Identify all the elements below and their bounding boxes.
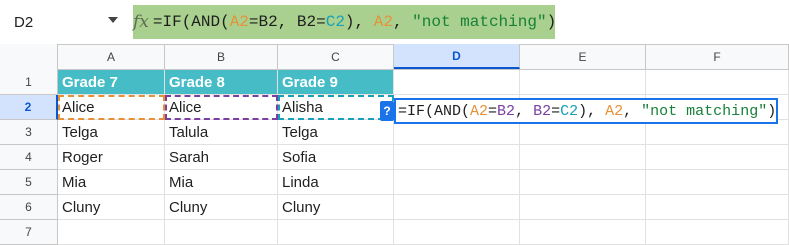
cell-b3[interactable]: Talula	[165, 120, 278, 145]
cell-f1[interactable]	[646, 70, 789, 95]
cell-f6[interactable]	[646, 195, 789, 220]
cell-e4[interactable]	[520, 145, 646, 170]
cell-c2[interactable]: Alisha	[278, 95, 394, 120]
formula-token: ,	[392, 13, 413, 31]
editor-token: B2	[533, 102, 552, 120]
cell-c7[interactable]	[278, 220, 394, 245]
formula-token: A2	[373, 13, 393, 31]
cell-a6[interactable]: Cluny	[58, 195, 165, 220]
cell-a7[interactable]	[58, 220, 165, 245]
column-header-e[interactable]: E	[520, 44, 646, 69]
editor-token: ),	[578, 102, 606, 120]
name-box[interactable]: D2	[0, 0, 128, 44]
formula-token: =IF(AND(	[152, 13, 230, 31]
cell-a4[interactable]: Roger	[58, 145, 165, 170]
cell-e5[interactable]	[520, 170, 646, 195]
cell-f7[interactable]	[646, 220, 789, 245]
cell-d6[interactable]	[394, 195, 520, 220]
name-box-value: D2	[14, 13, 34, 31]
formula-input[interactable]: =IF(AND(A2=B2, B2=C2), A2, "not matching…	[153, 13, 556, 31]
cell-e1[interactable]	[520, 70, 646, 95]
cell-a5[interactable]: Mia	[58, 170, 165, 195]
editor-token: A2	[470, 102, 489, 120]
cell-c6[interactable]: Cluny	[278, 195, 394, 220]
cell-c3[interactable]: Telga	[278, 120, 394, 145]
row-header-3[interactable]: 3	[0, 120, 58, 145]
editor-token: ,	[623, 102, 642, 120]
formula-token: )	[546, 13, 557, 31]
row-header-7[interactable]: 7	[0, 220, 58, 245]
editor-token: A2	[605, 102, 624, 120]
cell-c1[interactable]: Grade 9	[278, 70, 394, 95]
formula-token: =B2, B2=	[248, 13, 326, 31]
editor-token: =IF(AND(	[398, 102, 471, 120]
cell-c4[interactable]: Sofia	[278, 145, 394, 170]
column-header-a[interactable]: A	[58, 44, 165, 69]
cell-e6[interactable]	[520, 195, 646, 220]
chevron-down-icon[interactable]	[108, 17, 118, 23]
cell-b6[interactable]: Cluny	[165, 195, 278, 220]
editor-token: "not matching"	[641, 102, 768, 120]
formula-token: "not matching"	[412, 13, 547, 31]
editor-token: ,	[515, 102, 534, 120]
cell-d1[interactable]	[394, 70, 520, 95]
formula-token: ),	[344, 13, 374, 31]
editor-token: =	[551, 102, 561, 120]
column-header-f[interactable]: F	[646, 44, 789, 69]
active-cell-editor[interactable]: =IF(AND(A2 = B2, B2 = C2), A2, "not matching…	[394, 98, 778, 124]
cell-b7[interactable]	[165, 220, 278, 245]
editor-token: C2	[560, 102, 579, 120]
fx-icon: fx	[133, 12, 149, 32]
cell-b2[interactable]: Alice	[165, 95, 278, 120]
cell-e7[interactable]	[520, 220, 646, 245]
cell-a3[interactable]: Telga	[58, 120, 165, 145]
cell-d5[interactable]	[394, 170, 520, 195]
formula-help-button[interactable]: ?	[380, 101, 394, 121]
row-header-2[interactable]: 2	[0, 95, 58, 120]
cell-d4[interactable]	[394, 145, 520, 170]
formula-token: C2	[325, 13, 345, 31]
formula-token: A2	[229, 13, 249, 31]
cell-a1[interactable]: Grade 7	[58, 70, 165, 95]
cell-c5[interactable]: Linda	[278, 170, 394, 195]
cell-f4[interactable]	[646, 145, 789, 170]
formula-bar-area: D2 fx =IF(AND(A2=B2, B2=C2), A2, "not ma…	[0, 0, 789, 44]
cell-b1[interactable]: Grade 8	[165, 70, 278, 95]
formula-bar[interactable]: fx =IF(AND(A2=B2, B2=C2), A2, "not match…	[133, 5, 556, 39]
cell-b4[interactable]: Sarah	[165, 145, 278, 170]
editor-token: B2	[497, 102, 516, 120]
editor-token: )	[767, 102, 777, 120]
row-header-1[interactable]: 1	[0, 70, 58, 95]
column-header-b[interactable]: B	[165, 44, 278, 69]
row-header-5[interactable]: 5	[0, 170, 58, 195]
column-header-d[interactable]: D	[394, 44, 520, 69]
row-header-6[interactable]: 6	[0, 195, 58, 220]
select-all-corner[interactable]	[0, 44, 58, 70]
cell-a2[interactable]: Alice	[58, 95, 165, 120]
column-header-c[interactable]: C	[278, 44, 394, 69]
cell-f5[interactable]	[646, 170, 789, 195]
spreadsheet-grid: A B C D E F 1 Grade 7 Grade 8 Grade 9 2 Alice Alice A…	[0, 44, 789, 245]
cell-b5[interactable]: Mia	[165, 170, 278, 195]
editor-token: =	[488, 102, 498, 120]
row-header-4[interactable]: 4	[0, 145, 58, 170]
cell-d7[interactable]	[394, 220, 520, 245]
